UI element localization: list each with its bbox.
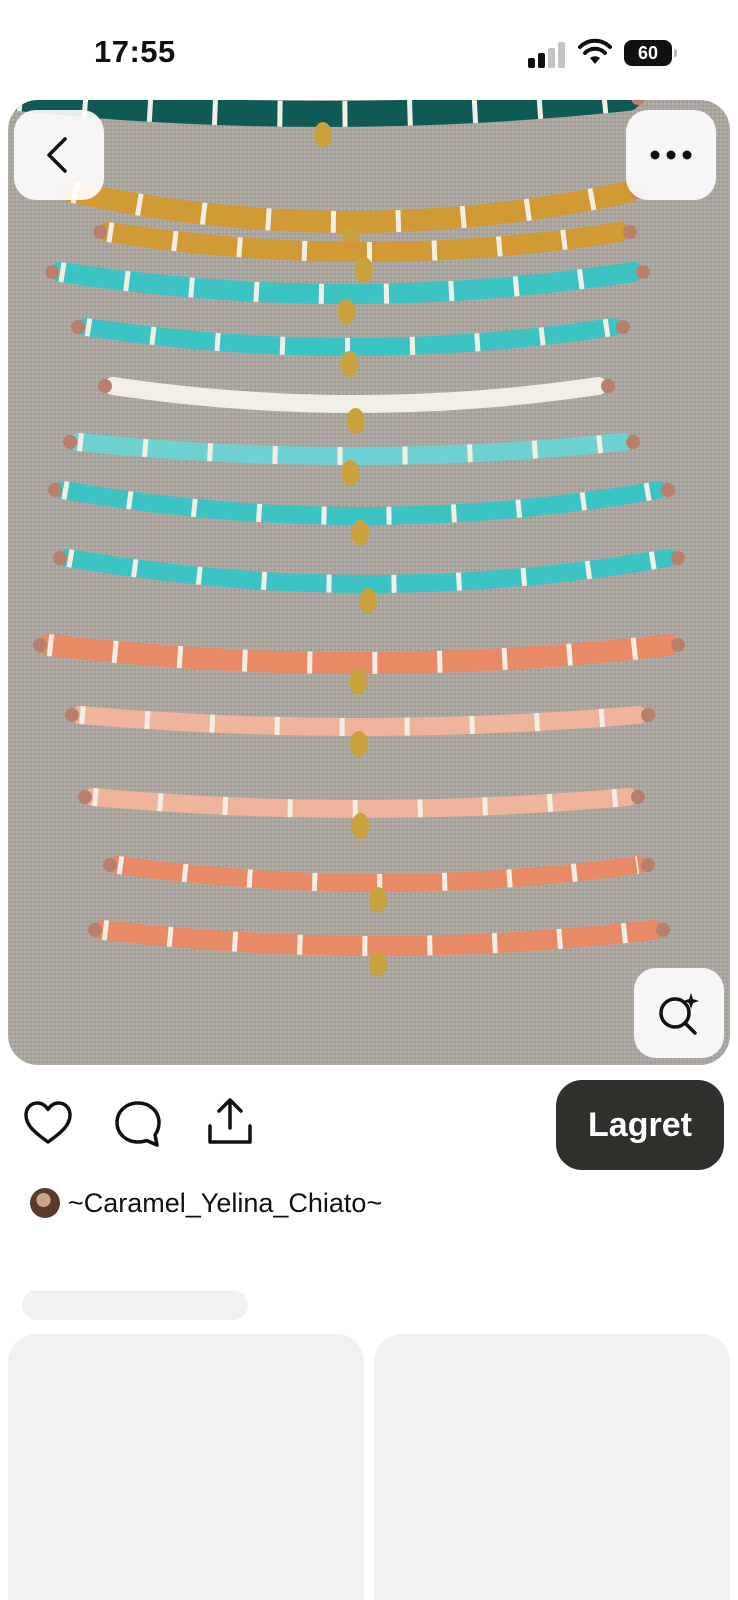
clasp-bead	[33, 638, 47, 652]
gold-charm	[359, 588, 377, 614]
bracelet-strand	[54, 481, 667, 525]
cellular-signal-icon	[528, 40, 568, 68]
clasp-bead	[65, 708, 79, 722]
clasp-bead	[63, 435, 77, 449]
back-button[interactable]	[14, 110, 104, 200]
gold-charm	[369, 887, 387, 913]
clasp-bead	[93, 225, 107, 239]
status-time: 17:55	[94, 34, 176, 69]
bracelet-strand	[62, 181, 639, 233]
wifi-icon	[578, 38, 612, 64]
visual-search-icon	[659, 993, 699, 1035]
clasp-bead	[78, 790, 92, 804]
clasp-bead	[626, 435, 640, 449]
clasp-bead	[636, 265, 650, 279]
clasp-bead	[623, 225, 637, 239]
bracelet-strand	[37, 634, 679, 674]
gold-charm	[346, 408, 365, 434]
heart-icon[interactable]	[22, 1098, 74, 1150]
gold-charm	[355, 257, 373, 283]
clasp-bead	[601, 379, 615, 393]
gold-charm	[351, 813, 370, 839]
more-options-button[interactable]	[626, 110, 716, 200]
clasp-bead	[103, 858, 117, 872]
bracelet-strand	[69, 433, 632, 465]
clasp-bead	[98, 379, 112, 393]
bracelet-strand	[8, 100, 641, 127]
gold-charm	[340, 351, 359, 377]
bracelet-strand	[104, 377, 607, 413]
share-icon[interactable]	[204, 1096, 256, 1148]
gold-charm	[369, 951, 387, 977]
visual-search-button[interactable]	[634, 968, 724, 1058]
avatar[interactable]	[30, 1188, 60, 1218]
clasp-bead	[53, 551, 67, 565]
chevron-left-icon	[47, 137, 67, 173]
clasp-bead	[88, 923, 102, 937]
clasp-bead	[661, 483, 675, 497]
clasp-bead	[641, 708, 655, 722]
clasp-bead	[631, 790, 645, 804]
pin-image[interactable]	[8, 100, 730, 1065]
bracelet-strand	[50, 262, 643, 304]
gold-charm	[341, 460, 360, 486]
gold-charm	[350, 731, 368, 757]
gold-charm	[351, 520, 370, 546]
more-horizontal-icon	[650, 150, 692, 160]
bracelet-strand	[98, 222, 630, 262]
gold-charm	[337, 299, 356, 325]
creator-name[interactable]: ~Caramel_Yelina_Chiato~	[68, 1188, 382, 1219]
comment-icon[interactable]	[112, 1098, 164, 1150]
bracelets-illustration	[8, 100, 685, 977]
bracelet-strand	[71, 706, 647, 736]
pin-detail-screen: 17:55 60 Lagret ~Caramel_Yelina_Chiato~	[0, 0, 738, 1600]
battery-icon: 60	[624, 40, 677, 66]
loading-placeholder-card	[374, 1334, 730, 1600]
clasp-bead	[616, 320, 630, 334]
clasp-bead	[656, 923, 670, 937]
gold-charm	[314, 122, 332, 148]
bracelet-strand	[93, 920, 663, 956]
clasp-bead	[48, 483, 62, 497]
loading-placeholder-title	[22, 1290, 248, 1320]
bracelet-strand	[59, 549, 677, 593]
creator-row[interactable]: ~Caramel_Yelina_Chiato~	[30, 1186, 382, 1220]
saved-button[interactable]: Lagret	[556, 1080, 724, 1170]
loading-placeholder-card	[8, 1334, 364, 1600]
clasp-bead	[71, 320, 85, 334]
clasp-bead	[671, 551, 685, 565]
clasp-bead	[45, 265, 59, 279]
status-bar: 17:55 60	[0, 0, 738, 100]
gold-charm	[349, 669, 367, 695]
clasp-bead	[671, 638, 685, 652]
clasp-bead	[641, 858, 655, 872]
